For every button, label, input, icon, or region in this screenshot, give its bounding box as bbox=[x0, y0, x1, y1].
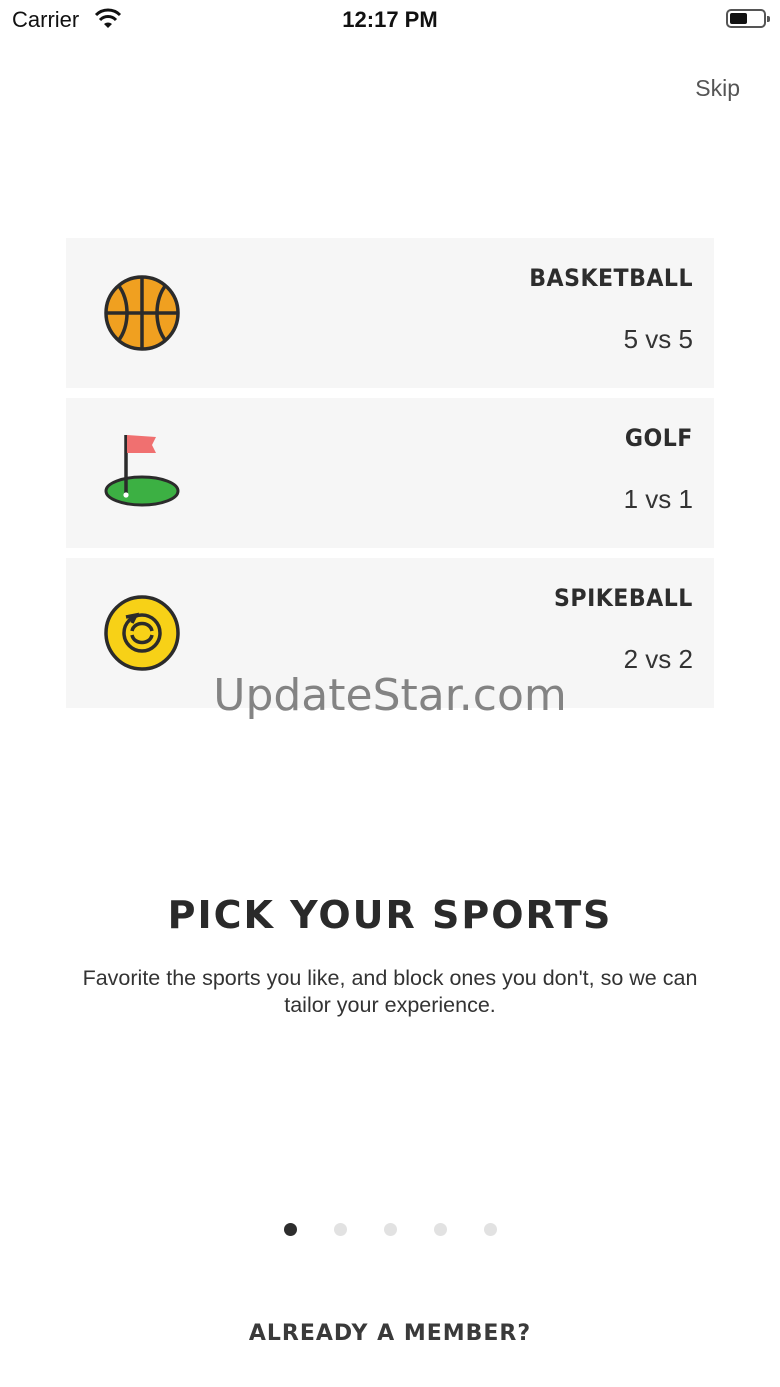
status-bar: Carrier 12:17 PM bbox=[0, 0, 780, 40]
status-time: 12:17 PM bbox=[342, 7, 438, 32]
page-dot[interactable] bbox=[383, 1223, 397, 1236]
golf-flag-icon bbox=[104, 435, 180, 507]
sport-card-golf[interactable]: GOLF 1 vs 1 bbox=[66, 398, 714, 548]
spikeball-icon bbox=[104, 595, 180, 671]
sport-format: 1 vs 1 bbox=[623, 484, 693, 514]
page-dot[interactable] bbox=[433, 1223, 447, 1236]
page-dot[interactable] bbox=[483, 1223, 497, 1236]
page-dot[interactable] bbox=[333, 1223, 347, 1236]
sport-name: BASKETBALL bbox=[529, 264, 693, 292]
sport-format: 5 vs 5 bbox=[623, 324, 693, 354]
page-dot-active[interactable] bbox=[283, 1223, 297, 1236]
skip-button[interactable]: Skip bbox=[695, 75, 740, 102]
page-description: Favorite the sports you like, and block … bbox=[82, 966, 698, 1017]
sport-name: GOLF bbox=[625, 424, 693, 452]
watermark: UpdateStar.com bbox=[213, 670, 567, 721]
basketball-icon bbox=[104, 275, 180, 351]
sport-name: SPIKEBALL bbox=[554, 584, 693, 612]
already-member-link[interactable]: ALREADY A MEMBER? bbox=[0, 1321, 780, 1346]
page-title: PICK YOUR SPORTS bbox=[167, 893, 613, 937]
battery-icon bbox=[726, 9, 770, 28]
sport-card-basketball[interactable]: BASKETBALL 5 vs 5 bbox=[66, 238, 714, 388]
page-indicator bbox=[0, 1223, 780, 1241]
